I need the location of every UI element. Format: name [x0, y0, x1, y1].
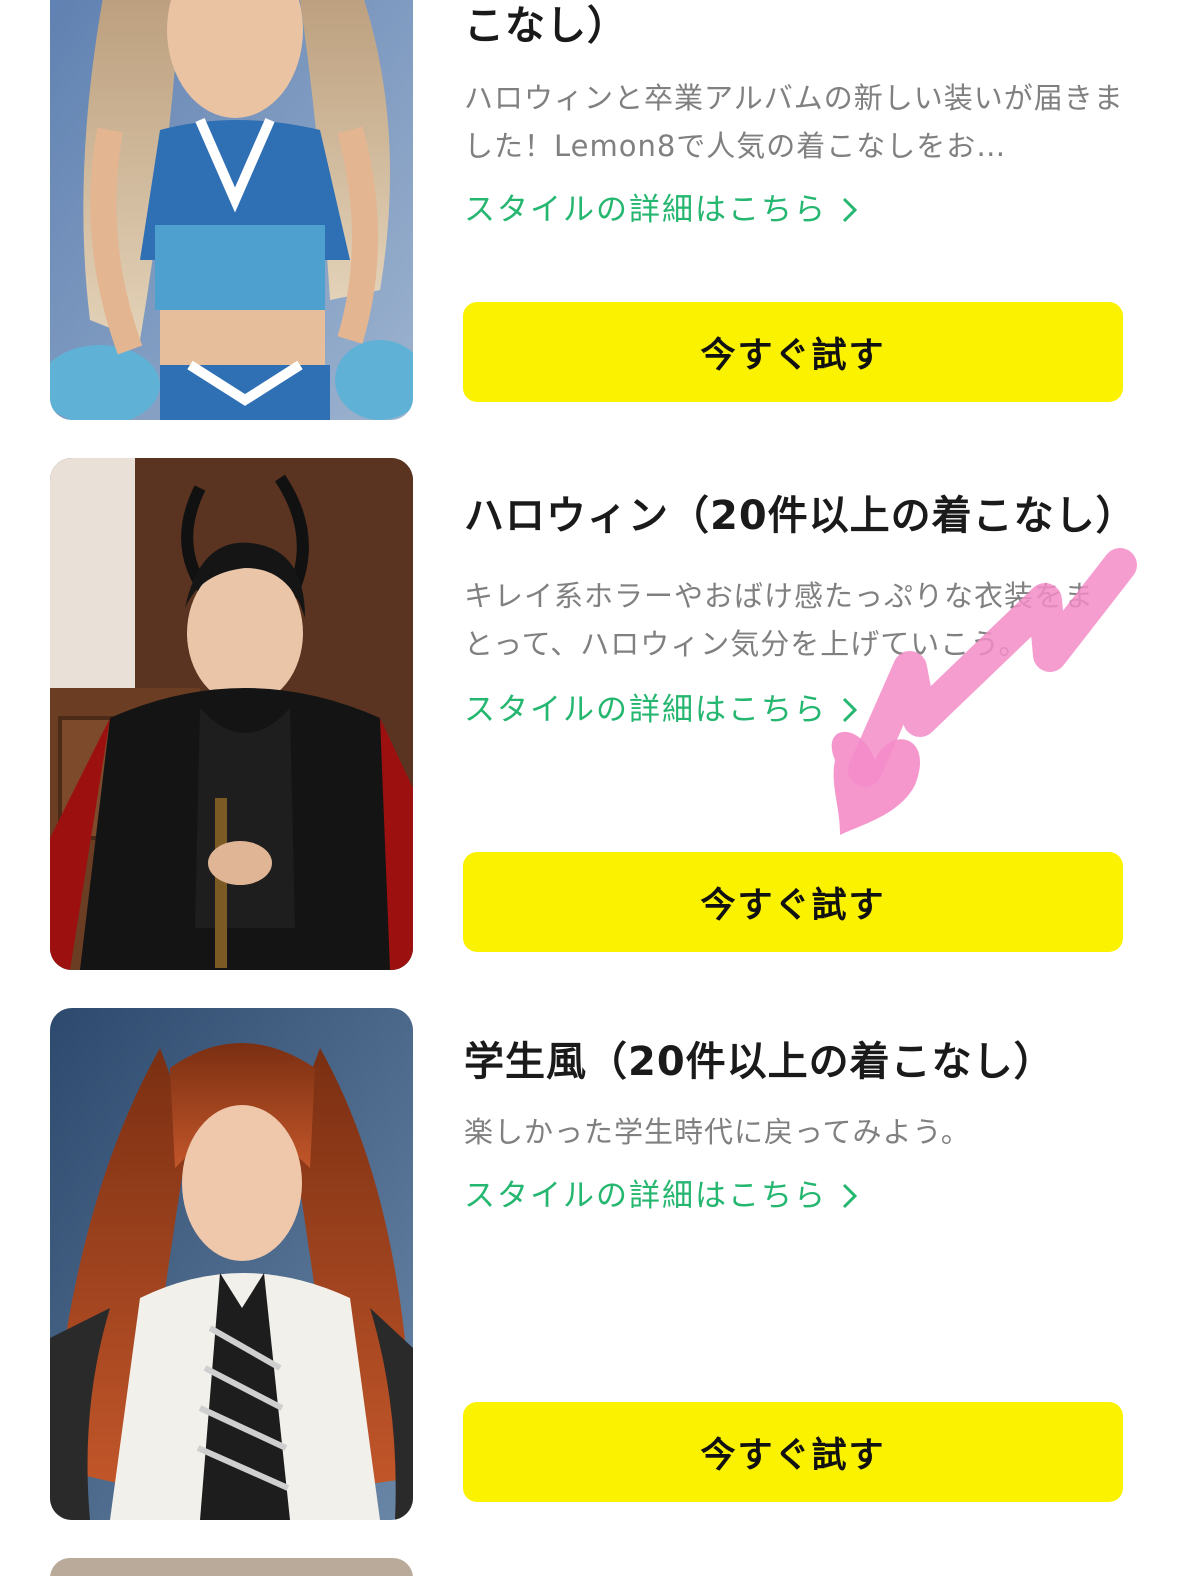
next-card-thumbnail-peek[interactable]	[50, 1558, 413, 1576]
style-details-link[interactable]: スタイルの詳細はこちら	[464, 1176, 859, 1216]
style-details-link-label: スタイルの詳細はこちら	[464, 692, 827, 728]
style-details-link[interactable]: スタイルの詳細はこちら	[464, 690, 859, 730]
chevron-right-icon	[842, 697, 858, 723]
cheerleader-photo[interactable]	[50, 0, 413, 420]
card-title: こなし）	[464, 3, 628, 49]
style-details-link-label: スタイルの詳細はこちら	[464, 1178, 827, 1214]
student-uniform-photo[interactable]	[50, 1008, 413, 1520]
card-description: 楽しかった学生時代に戻ってみよう。	[464, 1115, 971, 1149]
chevron-right-icon	[842, 1183, 858, 1209]
style-list-page: こなし） ハロウィンと卒業アルバムの新しい装いが届きました！Lemon8で人気の…	[0, 0, 1179, 1576]
card-description: ハロウィンと卒業アルバムの新しい装いが届きました！Lemon8で人気の着こなしを…	[464, 81, 1124, 163]
style-details-link-label: スタイルの詳細はこちら	[464, 192, 827, 228]
card-title: 学生風（20件以上の着こなし）	[464, 1039, 1055, 1085]
chevron-right-icon	[842, 197, 858, 223]
try-now-button[interactable]: 今すぐ試す	[463, 1402, 1123, 1502]
card-title: ハロウィン（20件以上の着こなし）	[464, 493, 1137, 539]
style-details-link[interactable]: スタイルの詳細はこちら	[464, 190, 859, 230]
try-now-button[interactable]: 今すぐ試す	[463, 302, 1123, 402]
card-description: キレイ系ホラーやおばけ感たっぷりな衣装をまとって、ハロウィン気分を上げていこう。	[464, 579, 1095, 661]
try-now-button[interactable]: 今すぐ試す	[463, 852, 1123, 952]
halloween-demon-photo[interactable]	[50, 458, 413, 970]
